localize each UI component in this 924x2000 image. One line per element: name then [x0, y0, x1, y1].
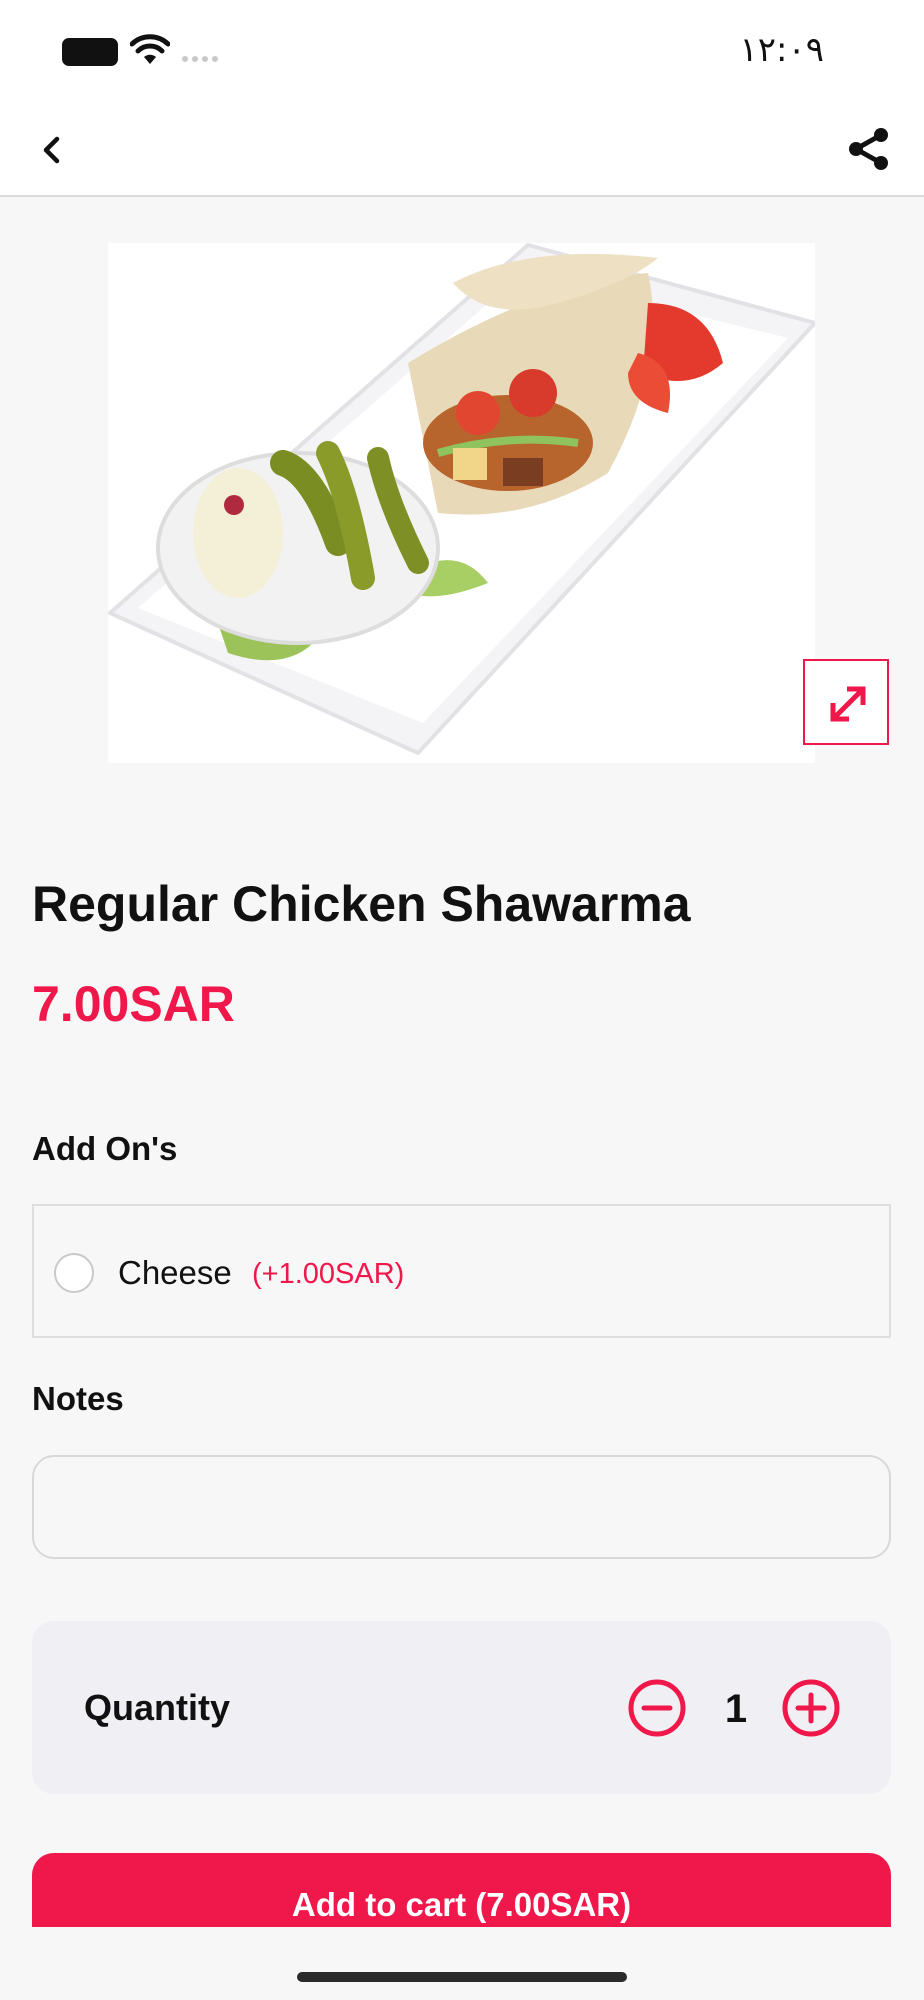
wifi-icon [130, 34, 170, 64]
add-to-cart-button[interactable]: Add to cart (7.00SAR) [32, 1853, 891, 1927]
quantity-value: 1 [724, 1687, 748, 1731]
add-to-cart-label: Add to cart (7.00SAR) [291, 1886, 632, 1923]
notes-input[interactable] [32, 1455, 891, 1559]
status-time: ١٢:٠٩ [739, 30, 824, 70]
top-navigation-bar [0, 100, 924, 197]
quantity-card: Quantity 1 [32, 1621, 891, 1794]
battery-icon [62, 38, 118, 66]
product-title: Regular Chicken Shawarma [32, 876, 691, 932]
product-image[interactable] [108, 243, 815, 763]
home-indicator [297, 1972, 627, 1982]
share-icon [849, 128, 888, 170]
addon-radio-button[interactable] [54, 1253, 94, 1293]
quantity-label: Quantity [84, 1687, 231, 1728]
back-button[interactable] [30, 128, 74, 172]
expand-image-button[interactable] [803, 659, 889, 745]
product-price: 7.00SAR [32, 976, 235, 1032]
cellular-signal-icon [182, 56, 218, 62]
increase-quantity-button[interactable] [782, 1679, 840, 1737]
plus-circle-icon [782, 1679, 840, 1737]
notes-label: Notes [32, 1380, 124, 1417]
status-bar: ١٢:٠٩ [0, 0, 924, 100]
expand-icon [830, 686, 866, 722]
decrease-quantity-button[interactable] [628, 1679, 686, 1737]
addon-price: (+1.00SAR) [252, 1258, 405, 1290]
chevron-left-icon [43, 136, 60, 164]
minus-circle-icon [628, 1679, 686, 1737]
share-button[interactable] [844, 124, 894, 174]
addon-name: Cheese [118, 1254, 232, 1291]
addons-label: Add On's [32, 1130, 178, 1167]
addon-option-cheese[interactable]: Cheese (+1.00SAR) [32, 1204, 891, 1338]
